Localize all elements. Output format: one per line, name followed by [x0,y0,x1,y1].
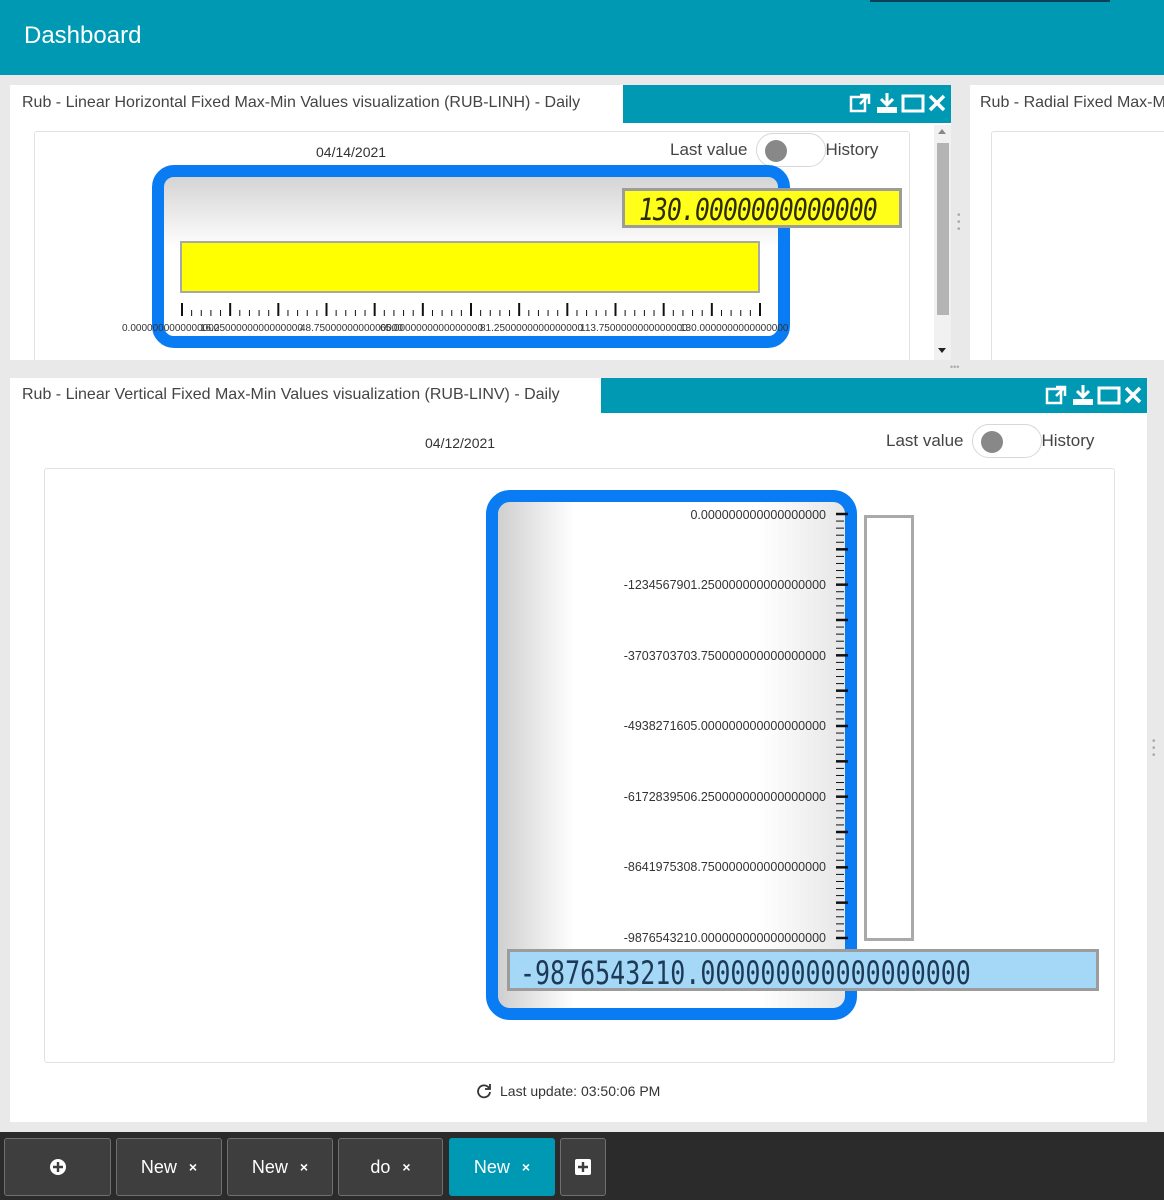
scale-label: -1234567901.250000000000000000 [623,578,826,592]
tab-new-1[interactable]: New × [116,1138,222,1196]
toggle-label-last-value: Last value [886,431,964,450]
scale-label: -4938271605.000000000000000000 [623,719,826,733]
resize-handle-vertical[interactable]: • • • [1152,737,1158,761]
scale-label: -6172839506.250000000000000000 [623,790,826,804]
resize-handle-horizontal[interactable]: ••• [950,362,959,372]
widget-title: Rub - Linear Horizontal Fixed Max-Min Va… [22,94,581,111]
scale-label: 0.000000000000000000 [690,508,826,522]
tab-new-2[interactable]: New × [227,1138,333,1196]
tab-close-icon[interactable]: × [402,1159,410,1175]
toggle-label-history: History [825,140,879,159]
widget-date: 04/12/2021 [425,435,496,451]
last-value-history-switch[interactable] [971,424,1042,458]
horizontal-gauge-bar [180,241,760,293]
switch-knob [980,431,1003,453]
bottom-taskbar: New × New × do × New × [0,1132,1164,1200]
widget-title: Rub - Linear Vertical Fixed Max-Min Valu… [22,386,560,403]
scroll-thumb[interactable] [937,143,949,315]
vertical-gauge-lcd: -9876543210.000000000000000000 [507,949,1099,991]
tab-do[interactable]: do × [338,1138,443,1196]
tab-new-active[interactable]: New × [449,1138,555,1196]
lcd-value: 130.0000000000000 [639,193,878,228]
add-dashboard-button[interactable] [4,1138,111,1196]
widget-date: 04/14/2021 [316,144,387,160]
scale-label: 113.7500000000000000 [580,323,688,334]
horizontal-gauge-lcd: 130.0000000000000 [622,188,902,228]
plus-square-icon [575,1159,591,1175]
top-header: Dashboard [0,0,1164,75]
maximize-icon[interactable] [901,92,925,114]
scale-label: 65.0000000000000000 [380,323,483,334]
tab-label: New [473,1156,510,1177]
scale-label: 81.2500000000000000 [480,323,583,334]
add-tab-button[interactable] [560,1138,606,1196]
view-toggle: Last value History [886,424,1094,458]
toggle-label-last-value: Last value [670,140,748,159]
scroll-up-arrow[interactable] [938,129,946,134]
download-icon[interactable] [1071,384,1095,406]
last-update-text: Last update: 03:50:06 PM [500,1083,661,1099]
switch-knob [764,140,787,162]
scroll-down-arrow[interactable] [938,348,946,353]
page-title: Dashboard [24,22,142,49]
scale-label: -3703703703.750000000000000000 [623,649,826,663]
scale-label: 16.2500000000000000 [200,323,303,334]
toggle-label-history: History [1041,431,1095,450]
tab-close-icon[interactable]: × [189,1159,197,1175]
widget-toolbar [601,378,1147,413]
last-value-history-switch[interactable] [755,133,826,167]
maximize-icon[interactable] [1097,384,1121,406]
widget-toolbar-icons [1045,384,1143,406]
last-update-info: Last update: 03:50:06 PM [476,1083,660,1099]
header-accent-line [870,0,1110,2]
open-external-icon[interactable] [849,92,873,114]
plus-circle-icon [49,1159,66,1175]
vertical-gauge-tube [864,515,914,941]
scale-label: -8641975308.750000000000000000 [623,860,826,874]
radial-panel [991,131,1164,360]
resize-handle-vertical[interactable]: • • • [957,211,963,235]
tab-label: New [251,1156,288,1177]
refresh-icon[interactable] [476,1083,492,1099]
tab-close-icon[interactable]: × [522,1159,530,1175]
view-toggle: Last value History [670,133,878,167]
close-icon[interactable] [927,92,947,114]
widget-radial: Rub - Radial Fixed Max-Min Values visual… [970,85,1164,360]
widget-title: Rub - Radial Fixed Max-Min Values visual… [980,94,1164,111]
widget-toolbar-icons [849,92,947,114]
open-external-icon[interactable] [1045,384,1069,406]
widget-toolbar [623,85,951,123]
scale-label: -9876543210.000000000000000000 [623,931,826,945]
lcd-value: -9876543210.000000000000000000 [520,954,971,991]
vertical-gauge-scale [836,512,848,940]
tab-label: New [140,1156,177,1177]
tab-close-icon[interactable]: × [300,1159,308,1175]
scale-label: 130.0000000000000000 [680,323,789,334]
tab-label: do [370,1156,391,1177]
download-icon[interactable] [875,92,899,114]
close-icon[interactable] [1123,384,1143,406]
